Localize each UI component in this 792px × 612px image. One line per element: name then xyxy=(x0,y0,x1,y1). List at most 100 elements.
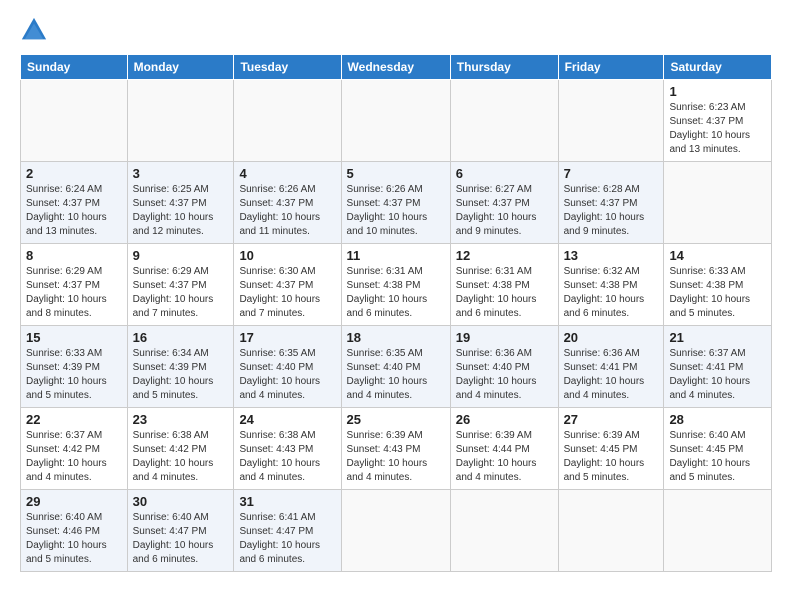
col-tuesday: Tuesday xyxy=(234,55,341,80)
calendar-cell: 30 Sunrise: 6:40 AMSunset: 4:47 PMDaylig… xyxy=(127,490,234,572)
day-number: 3 xyxy=(133,166,229,181)
day-number: 19 xyxy=(456,330,553,345)
day-info: Sunrise: 6:40 AMSunset: 4:45 PMDaylight:… xyxy=(669,430,750,483)
day-info: Sunrise: 6:24 AMSunset: 4:37 PMDaylight:… xyxy=(26,184,107,237)
calendar-cell: 21 Sunrise: 6:37 AMSunset: 4:41 PMDaylig… xyxy=(664,326,772,408)
col-sunday: Sunday xyxy=(21,55,128,80)
logo-icon xyxy=(20,16,48,44)
calendar-cell: 20 Sunrise: 6:36 AMSunset: 4:41 PMDaylig… xyxy=(558,326,664,408)
calendar-cell xyxy=(450,80,558,162)
calendar-cell: 9 Sunrise: 6:29 AMSunset: 4:37 PMDayligh… xyxy=(127,244,234,326)
day-number: 22 xyxy=(26,412,122,427)
calendar-cell: 12 Sunrise: 6:31 AMSunset: 4:38 PMDaylig… xyxy=(450,244,558,326)
header xyxy=(20,16,772,44)
logo xyxy=(20,16,52,44)
calendar-cell: 1 Sunrise: 6:23 AMSunset: 4:37 PMDayligh… xyxy=(664,80,772,162)
calendar-cell xyxy=(664,162,772,244)
calendar-table: Sunday Monday Tuesday Wednesday Thursday… xyxy=(20,54,772,572)
day-info: Sunrise: 6:30 AMSunset: 4:37 PMDaylight:… xyxy=(239,266,320,319)
day-number: 28 xyxy=(669,412,766,427)
day-info: Sunrise: 6:26 AMSunset: 4:37 PMDaylight:… xyxy=(239,184,320,237)
calendar-cell: 11 Sunrise: 6:31 AMSunset: 4:38 PMDaylig… xyxy=(341,244,450,326)
day-number: 10 xyxy=(239,248,335,263)
day-info: Sunrise: 6:23 AMSunset: 4:37 PMDaylight:… xyxy=(669,102,750,155)
day-number: 17 xyxy=(239,330,335,345)
calendar-week-row: 1 Sunrise: 6:23 AMSunset: 4:37 PMDayligh… xyxy=(21,80,772,162)
day-number: 29 xyxy=(26,494,122,509)
day-number: 6 xyxy=(456,166,553,181)
day-number: 9 xyxy=(133,248,229,263)
calendar-cell xyxy=(234,80,341,162)
day-number: 25 xyxy=(347,412,445,427)
calendar-cell: 29 Sunrise: 6:40 AMSunset: 4:46 PMDaylig… xyxy=(21,490,128,572)
col-friday: Friday xyxy=(558,55,664,80)
calendar-cell xyxy=(450,490,558,572)
calendar-cell xyxy=(127,80,234,162)
calendar-cell xyxy=(664,490,772,572)
calendar-week-row: 22 Sunrise: 6:37 AMSunset: 4:42 PMDaylig… xyxy=(21,408,772,490)
day-number: 12 xyxy=(456,248,553,263)
day-number: 16 xyxy=(133,330,229,345)
calendar-cell: 2 Sunrise: 6:24 AMSunset: 4:37 PMDayligh… xyxy=(21,162,128,244)
calendar-cell: 24 Sunrise: 6:38 AMSunset: 4:43 PMDaylig… xyxy=(234,408,341,490)
calendar-week-row: 2 Sunrise: 6:24 AMSunset: 4:37 PMDayligh… xyxy=(21,162,772,244)
calendar-cell: 16 Sunrise: 6:34 AMSunset: 4:39 PMDaylig… xyxy=(127,326,234,408)
day-info: Sunrise: 6:31 AMSunset: 4:38 PMDaylight:… xyxy=(456,266,537,319)
day-number: 11 xyxy=(347,248,445,263)
calendar-cell: 8 Sunrise: 6:29 AMSunset: 4:37 PMDayligh… xyxy=(21,244,128,326)
day-number: 23 xyxy=(133,412,229,427)
day-number: 2 xyxy=(26,166,122,181)
day-number: 18 xyxy=(347,330,445,345)
day-info: Sunrise: 6:39 AMSunset: 4:43 PMDaylight:… xyxy=(347,430,428,483)
day-number: 5 xyxy=(347,166,445,181)
day-info: Sunrise: 6:32 AMSunset: 4:38 PMDaylight:… xyxy=(564,266,645,319)
day-number: 31 xyxy=(239,494,335,509)
day-number: 26 xyxy=(456,412,553,427)
calendar-week-row: 15 Sunrise: 6:33 AMSunset: 4:39 PMDaylig… xyxy=(21,326,772,408)
calendar-cell: 22 Sunrise: 6:37 AMSunset: 4:42 PMDaylig… xyxy=(21,408,128,490)
day-info: Sunrise: 6:40 AMSunset: 4:47 PMDaylight:… xyxy=(133,512,214,565)
day-info: Sunrise: 6:35 AMSunset: 4:40 PMDaylight:… xyxy=(239,348,320,401)
day-info: Sunrise: 6:28 AMSunset: 4:37 PMDaylight:… xyxy=(564,184,645,237)
col-thursday: Thursday xyxy=(450,55,558,80)
calendar-cell: 10 Sunrise: 6:30 AMSunset: 4:37 PMDaylig… xyxy=(234,244,341,326)
day-info: Sunrise: 6:38 AMSunset: 4:43 PMDaylight:… xyxy=(239,430,320,483)
day-info: Sunrise: 6:36 AMSunset: 4:41 PMDaylight:… xyxy=(564,348,645,401)
day-info: Sunrise: 6:35 AMSunset: 4:40 PMDaylight:… xyxy=(347,348,428,401)
day-info: Sunrise: 6:39 AMSunset: 4:45 PMDaylight:… xyxy=(564,430,645,483)
col-saturday: Saturday xyxy=(664,55,772,80)
calendar-week-row: 29 Sunrise: 6:40 AMSunset: 4:46 PMDaylig… xyxy=(21,490,772,572)
day-number: 4 xyxy=(239,166,335,181)
calendar-cell: 15 Sunrise: 6:33 AMSunset: 4:39 PMDaylig… xyxy=(21,326,128,408)
day-info: Sunrise: 6:41 AMSunset: 4:47 PMDaylight:… xyxy=(239,512,320,565)
calendar-cell xyxy=(558,80,664,162)
calendar-week-row: 8 Sunrise: 6:29 AMSunset: 4:37 PMDayligh… xyxy=(21,244,772,326)
day-info: Sunrise: 6:37 AMSunset: 4:42 PMDaylight:… xyxy=(26,430,107,483)
day-info: Sunrise: 6:36 AMSunset: 4:40 PMDaylight:… xyxy=(456,348,537,401)
day-info: Sunrise: 6:40 AMSunset: 4:46 PMDaylight:… xyxy=(26,512,107,565)
col-monday: Monday xyxy=(127,55,234,80)
calendar-cell: 23 Sunrise: 6:38 AMSunset: 4:42 PMDaylig… xyxy=(127,408,234,490)
day-info: Sunrise: 6:38 AMSunset: 4:42 PMDaylight:… xyxy=(133,430,214,483)
calendar-cell: 17 Sunrise: 6:35 AMSunset: 4:40 PMDaylig… xyxy=(234,326,341,408)
day-info: Sunrise: 6:31 AMSunset: 4:38 PMDaylight:… xyxy=(347,266,428,319)
day-info: Sunrise: 6:34 AMSunset: 4:39 PMDaylight:… xyxy=(133,348,214,401)
calendar-cell: 25 Sunrise: 6:39 AMSunset: 4:43 PMDaylig… xyxy=(341,408,450,490)
calendar-cell: 14 Sunrise: 6:33 AMSunset: 4:38 PMDaylig… xyxy=(664,244,772,326)
day-number: 27 xyxy=(564,412,659,427)
calendar-cell: 7 Sunrise: 6:28 AMSunset: 4:37 PMDayligh… xyxy=(558,162,664,244)
calendar-cell: 3 Sunrise: 6:25 AMSunset: 4:37 PMDayligh… xyxy=(127,162,234,244)
calendar-cell xyxy=(341,490,450,572)
page: Sunday Monday Tuesday Wednesday Thursday… xyxy=(0,0,792,612)
calendar-cell xyxy=(341,80,450,162)
calendar-cell: 13 Sunrise: 6:32 AMSunset: 4:38 PMDaylig… xyxy=(558,244,664,326)
calendar-cell: 6 Sunrise: 6:27 AMSunset: 4:37 PMDayligh… xyxy=(450,162,558,244)
calendar-cell: 5 Sunrise: 6:26 AMSunset: 4:37 PMDayligh… xyxy=(341,162,450,244)
day-number: 15 xyxy=(26,330,122,345)
day-info: Sunrise: 6:25 AMSunset: 4:37 PMDaylight:… xyxy=(133,184,214,237)
calendar-cell: 4 Sunrise: 6:26 AMSunset: 4:37 PMDayligh… xyxy=(234,162,341,244)
calendar-cell: 28 Sunrise: 6:40 AMSunset: 4:45 PMDaylig… xyxy=(664,408,772,490)
day-number: 1 xyxy=(669,84,766,99)
calendar-cell: 31 Sunrise: 6:41 AMSunset: 4:47 PMDaylig… xyxy=(234,490,341,572)
day-info: Sunrise: 6:37 AMSunset: 4:41 PMDaylight:… xyxy=(669,348,750,401)
